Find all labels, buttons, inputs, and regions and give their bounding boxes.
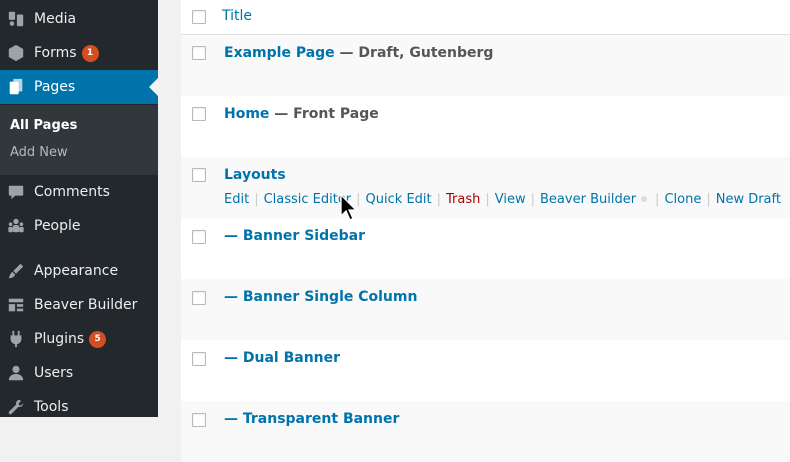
sidebar-item-label: Users (34, 365, 74, 381)
notification-badge: 5 (89, 330, 107, 348)
pages-submenu: All Pages Add New (0, 105, 158, 175)
sidebar-item-forms[interactable]: Forms 1 (0, 36, 158, 70)
page-title-link[interactable]: — Banner Sidebar (224, 228, 365, 244)
page-title-link[interactable]: Example Page — Draft, Gutenberg (224, 45, 493, 61)
current-menu-arrow (149, 78, 158, 96)
row-actions: Edit | Classic Editor | Quick Edit | Trash | Vie… (224, 192, 781, 207)
pages-icon (7, 78, 25, 96)
sidebar-item-label: Forms (34, 45, 77, 61)
select-all-checkbox[interactable] (192, 10, 206, 24)
sidebar-item-appearance[interactable]: Appearance (0, 254, 158, 288)
media-icon (7, 10, 25, 28)
page-state: — Front Page (269, 106, 379, 122)
page-title-link[interactable]: — Transparent Banner (224, 411, 399, 427)
sidebar-item-media[interactable]: Media (0, 2, 158, 36)
sidebar-item-label: Appearance (34, 263, 119, 279)
sidebar-item-beaver-builder[interactable]: Beaver Builder (0, 288, 158, 322)
pages-list-table: Title Example Page — Draft, Gutenberg Ho… (181, 0, 790, 462)
status-dot-icon (641, 196, 648, 202)
separator: | (485, 192, 490, 207)
page-title-text[interactable]: Example Page (224, 45, 335, 61)
page-title-text[interactable]: Home (224, 106, 269, 122)
sidebar-item-label: Beaver Builder (34, 297, 138, 313)
title-column-header[interactable]: Title (222, 8, 252, 24)
submenu-item-all-pages[interactable]: All Pages (10, 118, 77, 133)
page-state: — Draft, Gutenberg (334, 45, 494, 61)
page-title-link[interactable]: — Dual Banner (224, 350, 340, 366)
edit-link[interactable]: Edit (224, 192, 249, 207)
beaver-builder-icon (7, 296, 25, 314)
sidebar-item-comments[interactable]: Comments (0, 175, 158, 209)
sidebar-item-tools[interactable]: Tools (0, 390, 158, 424)
page-title-text[interactable]: — Banner Single Column (224, 289, 417, 305)
separator: | (436, 192, 442, 207)
trash-link[interactable]: Trash (446, 192, 480, 207)
tools-icon (7, 398, 25, 416)
row-checkbox[interactable] (192, 352, 206, 366)
users-icon (7, 364, 25, 382)
row-checkbox[interactable] (192, 230, 206, 244)
beaver-builder-link[interactable]: Beaver Builder (540, 192, 636, 207)
table-row: — Dual Banner (181, 340, 790, 401)
separator: | (530, 192, 536, 207)
comments-icon (7, 183, 25, 201)
page-title-link[interactable]: — Banner Single Column (224, 289, 417, 305)
row-checkbox[interactable] (192, 413, 206, 427)
sidebar-item-pages[interactable]: Pages (0, 70, 158, 104)
table-row: — Banner Single Column (181, 279, 790, 340)
page-title-link[interactable]: Home — Front Page (224, 106, 379, 122)
page-title-text[interactable]: — Transparent Banner (224, 411, 399, 427)
page-title-text[interactable]: — Dual Banner (224, 350, 340, 366)
separator: | (254, 192, 259, 207)
notification-badge: 1 (81, 44, 99, 62)
sidebar-item-label: Pages (34, 79, 76, 95)
separator: | (706, 192, 711, 207)
row-checkbox[interactable] (192, 46, 206, 60)
page-title-link[interactable]: Layouts (224, 167, 286, 183)
row-checkbox[interactable] (192, 291, 206, 305)
sidebar-item-people[interactable]: People (0, 209, 158, 243)
table-row: — Banner Sidebar (181, 218, 790, 279)
forms-icon (7, 44, 25, 62)
mouse-cursor-icon (340, 194, 358, 221)
row-checkbox[interactable] (192, 107, 206, 121)
sidebar-item-users[interactable]: Users (0, 356, 158, 390)
submenu-item-add-new[interactable]: Add New (10, 145, 68, 160)
table-header: Title (181, 0, 790, 35)
classic-editor-link[interactable]: Classic Editor (264, 192, 352, 207)
clone-link[interactable]: Clone (664, 192, 701, 207)
sidebar-item-label: Plugins (34, 331, 85, 347)
admin-sidebar: Media Forms 1 Pages All Pages Add New Co… (0, 0, 158, 417)
sidebar-item-label: Comments (34, 184, 110, 200)
separator: | (655, 192, 660, 207)
view-link[interactable]: View (495, 192, 526, 207)
table-row: — Transparent Banner (181, 401, 790, 462)
sidebar-item-label: People (34, 218, 81, 234)
new-draft-link[interactable]: New Draft (716, 192, 781, 207)
page-title-text[interactable]: Layouts (224, 167, 286, 183)
appearance-icon (7, 262, 25, 280)
table-row: Example Page — Draft, Gutenberg (181, 35, 790, 96)
table-row: Home — Front Page (181, 96, 790, 157)
sidebar-item-label: Tools (34, 399, 69, 415)
sidebar-item-plugins[interactable]: Plugins 5 (0, 322, 158, 356)
plugins-icon (7, 330, 25, 348)
people-icon (7, 217, 25, 235)
quick-edit-link[interactable]: Quick Edit (366, 192, 432, 207)
row-checkbox[interactable] (192, 168, 206, 182)
sidebar-item-label: Media (34, 11, 77, 27)
table-row: Layouts Edit | Classic Editor | Quick Edit | T… (181, 157, 790, 218)
page-title-text[interactable]: — Banner Sidebar (224, 228, 365, 244)
